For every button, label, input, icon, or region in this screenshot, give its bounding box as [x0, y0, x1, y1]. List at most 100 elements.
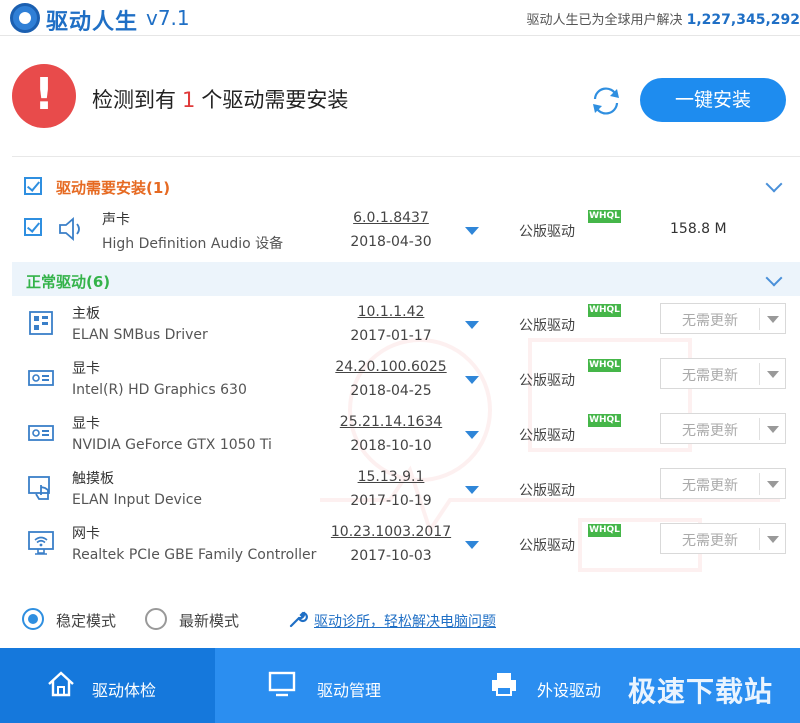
nav-label: 驱动管理 [317, 681, 382, 700]
update-status: 无需更新 [682, 533, 738, 549]
version-dropdown-icon[interactable] [465, 321, 479, 329]
device-name: 触摸板 [72, 471, 114, 487]
update-status: 无需更新 [682, 478, 738, 494]
graphics-card-icon [28, 370, 54, 386]
driver-version-link[interactable]: 10.1.1.42 [323, 304, 459, 320]
driver-version-link[interactable]: 24.20.100.6025 [323, 359, 459, 375]
graphics-card-icon [28, 425, 54, 441]
update-status: 无需更新 [682, 423, 738, 439]
nav-driver-checkup[interactable]: 驱动体检 [0, 648, 215, 723]
driver-version-link[interactable]: 25.21.14.1634 [323, 414, 459, 430]
driver-row: 主板 ELAN SMBus Driver 10.1.1.42 2017-01-1… [0, 302, 800, 357]
chevron-down-icon[interactable] [767, 536, 779, 543]
driver-row: 触摸板 ELAN Input Device 15.13.9.1 2017-10-… [0, 467, 800, 522]
one-click-install-button[interactable]: 一键安装 [640, 78, 786, 122]
device-name: 显卡 [72, 361, 100, 377]
chevron-down-icon[interactable] [765, 269, 783, 287]
update-status: 无需更新 [682, 368, 738, 384]
driver-version-link[interactable]: 15.13.9.1 [323, 469, 459, 485]
app-version: v7.1 [146, 6, 190, 30]
header-divider [12, 156, 800, 157]
nav-peripheral-drivers[interactable]: 外设驱动 [445, 648, 625, 723]
update-dropdown[interactable]: 无需更新 [660, 523, 786, 554]
stable-mode-radio[interactable] [22, 608, 44, 630]
version-dropdown-icon[interactable] [465, 541, 479, 549]
speaker-icon [59, 217, 80, 241]
device-name: 声卡 [102, 212, 130, 228]
user-stat-text: 驱动人生已为全球用户解决 [526, 13, 683, 28]
chevron-down-icon[interactable] [767, 426, 779, 433]
driver-size: 158.8 M [670, 221, 727, 237]
headline-count: 1 [182, 88, 196, 112]
device-model: Realtek PCIe GBE Family Controller [72, 547, 317, 563]
version-dropdown-icon[interactable] [465, 227, 479, 235]
driver-date: 2018-04-25 [350, 383, 432, 399]
monitor-icon [268, 671, 296, 697]
chevron-down-icon[interactable] [767, 481, 779, 488]
nav-label: 驱动体检 [92, 681, 157, 700]
device-name: 网卡 [72, 526, 100, 542]
motherboard-icon [29, 311, 53, 335]
device-model: Intel(R) HD Graphics 630 [72, 382, 247, 398]
select-all-checkbox[interactable] [24, 177, 42, 195]
driver-type: 公版驱动 [519, 318, 575, 334]
dropdown-separator [759, 473, 760, 495]
version-dropdown-icon[interactable] [465, 486, 479, 494]
driver-clinic-link[interactable]: 驱动诊所，轻松解决电脑问题 [314, 611, 496, 631]
dropdown-separator [759, 363, 760, 385]
device-model: High Definition Audio 设备 [102, 236, 284, 252]
update-dropdown[interactable]: 无需更新 [660, 413, 786, 444]
driver-date: 2017-10-03 [350, 548, 432, 564]
device-model: ELAN Input Device [72, 492, 203, 508]
version-dropdown-icon[interactable] [465, 431, 479, 439]
section-need-install: 驱动需要安装(1) [12, 168, 800, 202]
scan-headline: 检测到有 1 个驱动需要安装 [92, 84, 348, 114]
driver-type: 公版驱动 [519, 373, 575, 389]
chevron-down-icon[interactable] [767, 316, 779, 323]
headline-prefix: 检测到有 [92, 88, 176, 112]
home-icon [48, 671, 74, 697]
update-status: 无需更新 [682, 313, 738, 329]
driver-date: 2018-10-10 [350, 438, 432, 454]
update-dropdown[interactable]: 无需更新 [660, 468, 786, 499]
chevron-down-icon[interactable] [767, 371, 779, 378]
driver-version-link[interactable]: 10.23.1003.2017 [323, 524, 459, 540]
nav-driver-manage[interactable]: 驱动管理 [215, 648, 445, 723]
watermark-text: 极速下载站 [628, 675, 774, 708]
update-dropdown[interactable]: 无需更新 [660, 358, 786, 389]
touchpad-icon [28, 476, 50, 500]
driver-type: 公版驱动 [519, 538, 575, 554]
app-title: 驱动人生 [46, 10, 139, 35]
whql-badge: WHQL [588, 414, 621, 427]
latest-mode-label[interactable]: 最新模式 [179, 610, 239, 631]
driver-type: 公版驱动 [519, 428, 575, 444]
user-stat: 驱动人生已为全球用户解决 1,227,345,292 [526, 9, 800, 28]
driver-row: 显卡 NVIDIA GeForce GTX 1050 Ti 25.21.14.1… [0, 412, 800, 467]
headline-suffix: 个驱动需要安装 [201, 88, 349, 112]
driver-date: 2018-04-30 [350, 234, 432, 250]
driver-checkbox[interactable] [24, 218, 42, 236]
section-normal-drivers: 正常驱动(6) [12, 262, 800, 296]
driver-version-link[interactable]: 6.0.1.8437 [323, 210, 459, 226]
whql-badge: WHQL [588, 359, 621, 372]
latest-mode-radio[interactable] [145, 608, 167, 630]
driver-date: 2017-01-17 [350, 328, 432, 344]
nav-label: 外设驱动 [537, 681, 602, 700]
device-name: 显卡 [72, 416, 100, 432]
refresh-icon[interactable] [589, 84, 623, 118]
dropdown-separator [759, 528, 760, 550]
driver-row: 显卡 Intel(R) HD Graphics 630 24.20.100.60… [0, 357, 800, 412]
dropdown-separator [759, 308, 760, 330]
driver-date: 2017-10-19 [350, 493, 432, 509]
stable-mode-label[interactable]: 稳定模式 [56, 610, 116, 631]
section-need-install-title: 驱动需要安装(1) [56, 179, 171, 197]
driver-type: 公版驱动 [519, 224, 575, 240]
update-dropdown[interactable]: 无需更新 [660, 303, 786, 334]
printer-icon [492, 673, 516, 696]
version-dropdown-icon[interactable] [465, 376, 479, 384]
device-model: ELAN SMBus Driver [72, 327, 208, 343]
alert-icon: ! [12, 64, 76, 128]
whql-badge: WHQL [588, 304, 621, 317]
chevron-down-icon[interactable] [765, 175, 783, 193]
section-normal-title: 正常驱动(6) [26, 273, 111, 291]
